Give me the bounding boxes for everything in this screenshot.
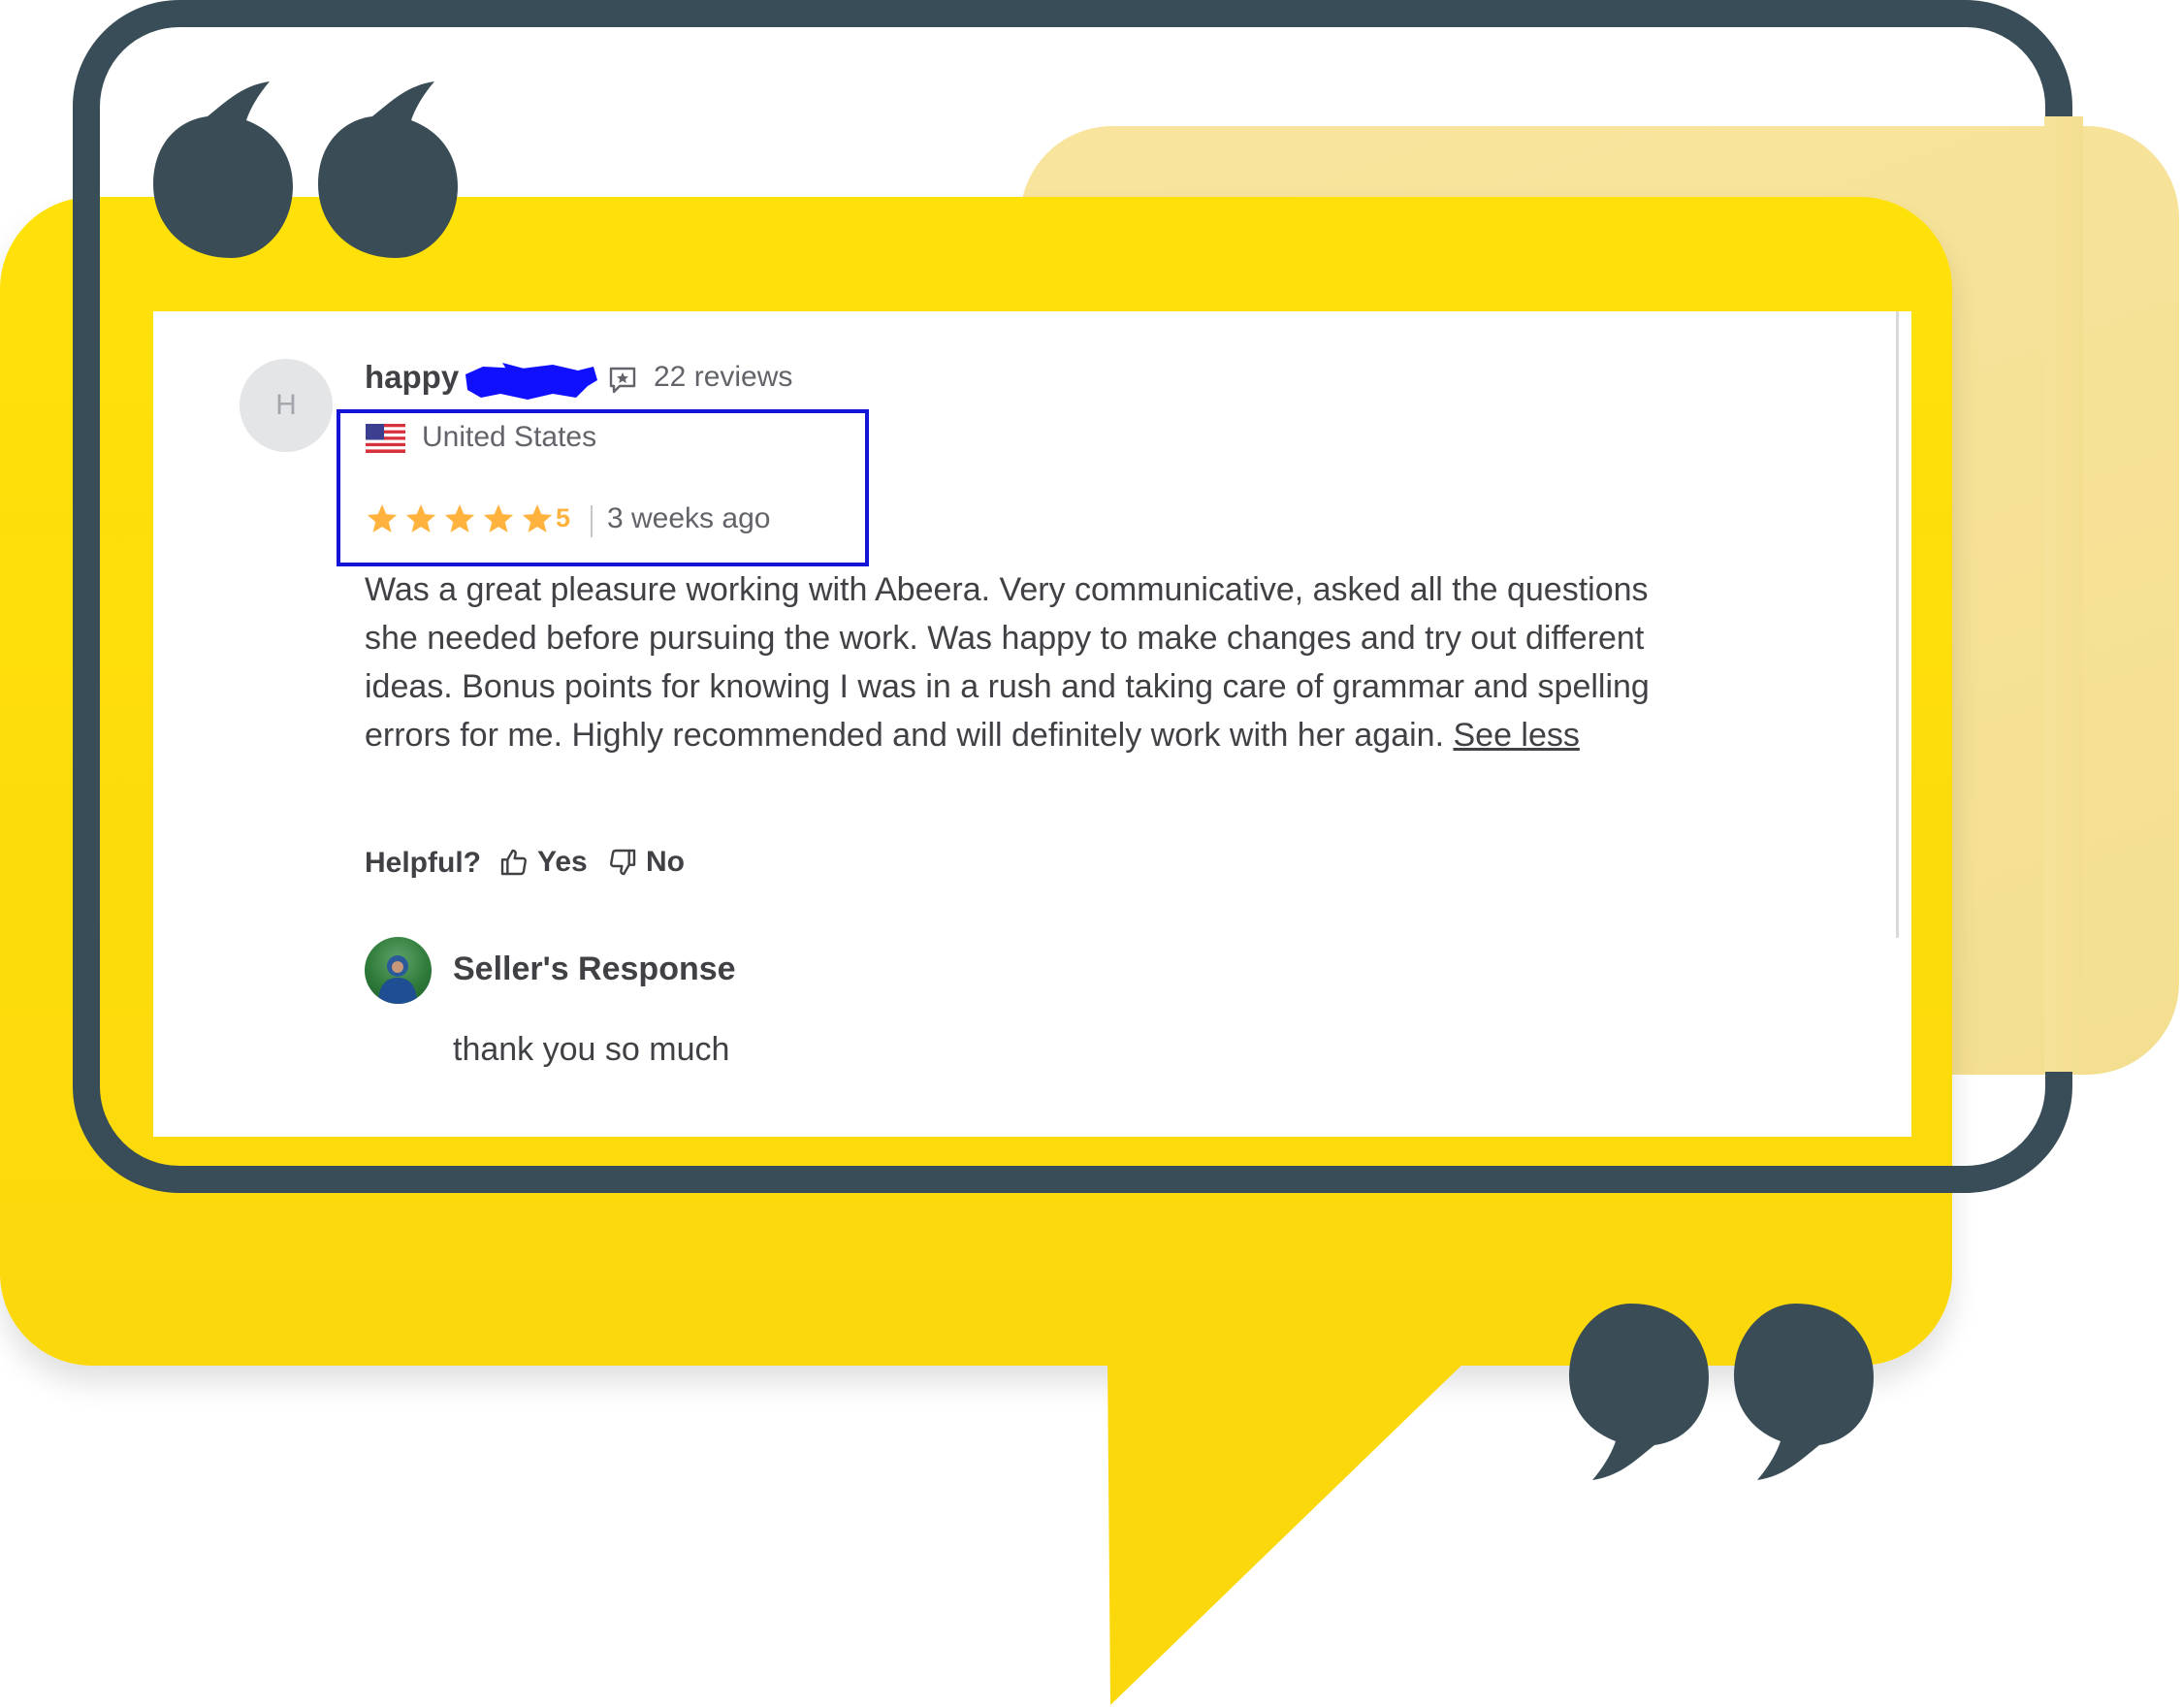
- reviews-count[interactable]: 22 reviews: [654, 361, 792, 394]
- helpful-no-label: No: [646, 846, 685, 878]
- helpful-label: Helpful?: [365, 847, 481, 879]
- reviewer-username[interactable]: happy: [365, 359, 459, 396]
- helpful-yes-label: Yes: [537, 846, 588, 878]
- username-redaction: [465, 363, 597, 400]
- review-body: Was a great pleasure working with Abeera…: [365, 565, 1654, 759]
- quote-close-icon: [1569, 1304, 1874, 1480]
- reviews-icon: [609, 367, 636, 394]
- frame-gap: [2044, 116, 2083, 1072]
- helpful-no-button[interactable]: No: [607, 846, 685, 879]
- thumbs-up-icon: [500, 849, 527, 876]
- see-less-link[interactable]: See less: [1453, 717, 1579, 754]
- seller-response-text: thank you so much: [453, 1031, 730, 1068]
- seller-avatar: [365, 937, 432, 1004]
- seller-response-title: Seller's Response: [453, 951, 736, 987]
- annotation-highlight-box: [337, 409, 869, 566]
- quote-open-icon: [153, 81, 458, 258]
- helpful-yes-button[interactable]: Yes: [498, 846, 588, 879]
- scrollbar[interactable]: [1896, 311, 1899, 938]
- reviewer-avatar: H: [240, 359, 333, 452]
- thumbs-down-icon: [610, 849, 636, 876]
